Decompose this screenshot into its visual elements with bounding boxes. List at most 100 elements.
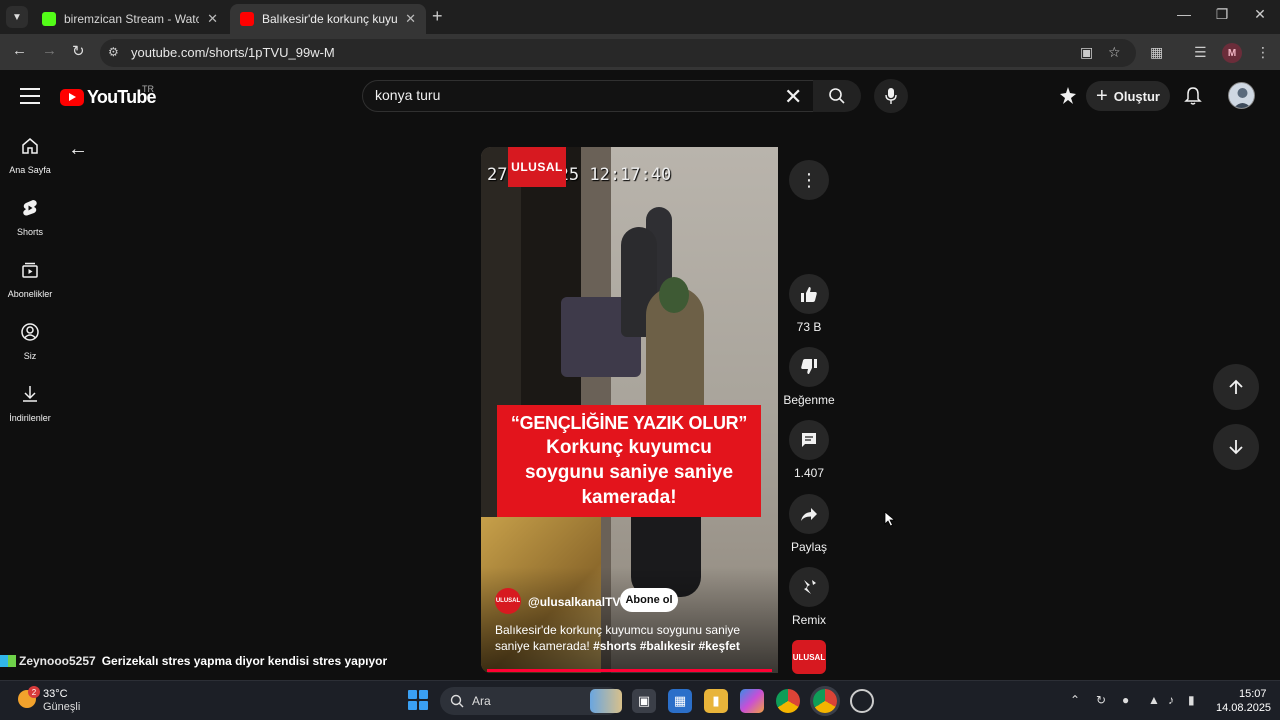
- plus-icon: +: [1096, 84, 1108, 107]
- microphone-icon[interactable]: ●: [1122, 693, 1129, 707]
- nav-label: Siz: [23, 351, 37, 361]
- subscriptions-icon: [22, 262, 38, 278]
- install-app-icon[interactable]: ▣: [1080, 44, 1093, 61]
- premium-sparkle-icon[interactable]: [1058, 86, 1078, 111]
- file-explorer-icon[interactable]: ▮: [704, 689, 728, 713]
- account-avatar[interactable]: [1228, 82, 1255, 109]
- search-highlight-icon: [590, 689, 622, 713]
- windows-logo-icon: [408, 701, 417, 710]
- browser-profile-avatar[interactable]: M: [1222, 43, 1242, 63]
- country-code: TR: [142, 84, 154, 94]
- youtube-favicon-icon: [240, 12, 254, 26]
- channel-handle[interactable]: @ulusalkanalTV: [528, 595, 620, 609]
- task-view-icon[interactable]: ▣: [632, 689, 656, 713]
- microphone-icon: [885, 88, 897, 104]
- remix-icon: [804, 580, 816, 594]
- previous-short-button[interactable]: [1213, 364, 1259, 410]
- weather-badge: 2: [28, 686, 40, 698]
- channel-thumbnail[interactable]: ULUSAL: [792, 640, 826, 674]
- next-short-button[interactable]: [1213, 424, 1259, 470]
- clear-search-icon[interactable]: ✕: [784, 84, 802, 110]
- sync-icon[interactable]: ↻: [1096, 693, 1106, 707]
- forward-button[interactable]: →: [42, 42, 57, 59]
- nav-downloads[interactable]: İndirilenler: [0, 384, 60, 423]
- media-controls-icon[interactable]: ☰: [1194, 44, 1207, 61]
- comments-button[interactable]: 1.407: [779, 420, 839, 480]
- site-info-icon[interactable]: ⚙: [108, 45, 119, 59]
- tab-search-button[interactable]: ▼: [6, 6, 28, 28]
- more-options-button[interactable]: ⋮: [789, 160, 829, 200]
- guide-menu-icon[interactable]: [20, 88, 40, 104]
- minimize-button[interactable]: —: [1174, 6, 1194, 22]
- windows-logo-icon: [419, 690, 428, 699]
- browser-tab-youtube[interactable]: Balıkesir'de korkunç kuyumcu soygunu ✕: [230, 4, 426, 34]
- close-tab-icon[interactable]: ✕: [207, 11, 218, 27]
- new-tab-button[interactable]: +: [432, 6, 443, 27]
- share-button[interactable]: Paylaş: [779, 494, 839, 554]
- hashtags[interactable]: #shorts #balıkesir #keşfet: [593, 639, 740, 653]
- notifications-bell-icon[interactable]: [1184, 86, 1202, 111]
- wifi-icon[interactable]: ▲: [1148, 693, 1160, 707]
- create-button[interactable]: + Oluştur: [1086, 81, 1170, 111]
- clock-date[interactable]: 14.08.2025: [1216, 702, 1271, 714]
- dislike-label: Beğenme: [783, 393, 835, 407]
- comment-count: 1.407: [793, 466, 825, 480]
- subscribe-button[interactable]: Abone ol: [620, 588, 678, 612]
- weather-condition[interactable]: Güneşli: [43, 701, 80, 713]
- search-button[interactable]: [813, 80, 861, 112]
- battery-icon[interactable]: ▮: [1188, 693, 1195, 707]
- chrome-icon[interactable]: [776, 689, 800, 713]
- extensions-icon[interactable]: ▦: [1150, 44, 1163, 61]
- dislike-button[interactable]: Beğenme: [779, 347, 839, 407]
- browser-tab-kick[interactable]: biremzican Stream - Watch Live ✕: [32, 4, 228, 34]
- comment-icon: [802, 433, 816, 447]
- headline-line: Korkunç kuyumcu: [546, 437, 712, 458]
- kick-favicon-icon: [42, 12, 56, 26]
- search-input[interactable]: [375, 87, 755, 103]
- close-tab-icon[interactable]: ✕: [405, 11, 416, 27]
- remix-button[interactable]: Remix: [779, 567, 839, 627]
- share-icon: [801, 508, 817, 521]
- taskbar-search-label: Ara: [472, 694, 491, 708]
- nav-you[interactable]: Siz: [0, 322, 60, 361]
- search-icon: [450, 694, 464, 708]
- nav-shorts[interactable]: Shorts: [0, 198, 60, 237]
- clock-time[interactable]: 15:07: [1239, 688, 1267, 700]
- close-window-button[interactable]: ✕: [1250, 6, 1270, 23]
- start-button[interactable]: [408, 690, 428, 710]
- share-label: Paylaş: [790, 540, 828, 554]
- video-headline: “GENÇLİĞİNE YAZIK OLUR” Korkunç kuyumcu …: [497, 405, 761, 517]
- bookmark-star-icon[interactable]: ☆: [1108, 44, 1121, 61]
- voice-search-button[interactable]: [874, 79, 908, 113]
- headline-line: kamerada!: [581, 487, 677, 508]
- url-text[interactable]: youtube.com/shorts/1pTVU_99w-M: [131, 45, 335, 60]
- search-icon: [829, 88, 845, 104]
- tab-title: biremzican Stream - Watch Live: [64, 12, 200, 26]
- temperature[interactable]: 33°C: [43, 688, 68, 700]
- nav-subscriptions[interactable]: Abonelikler: [0, 260, 60, 299]
- video-progress-bar[interactable]: [487, 669, 772, 672]
- nav-label: İndirilenler: [9, 413, 51, 423]
- like-button[interactable]: 73 B: [779, 274, 839, 334]
- show-hidden-icons[interactable]: ⌃: [1070, 693, 1080, 707]
- short-description[interactable]: Balıkesir'de korkunç kuyumcu soygunu san…: [495, 622, 765, 654]
- browser-menu-icon[interactable]: ⋮: [1256, 44, 1270, 61]
- shorts-icon: [23, 200, 37, 216]
- thumbs-up-icon: [801, 287, 817, 302]
- nav-label: Ana Sayfa: [9, 165, 51, 175]
- store-icon[interactable]: ▦: [668, 689, 692, 713]
- volume-icon[interactable]: ♪: [1168, 693, 1174, 707]
- restore-button[interactable]: ❐: [1212, 6, 1232, 23]
- channel-avatar[interactable]: ULUSAL: [495, 588, 521, 614]
- video-person-head: [659, 277, 689, 313]
- copilot-icon[interactable]: [740, 689, 764, 713]
- like-count: 73 B: [796, 320, 822, 334]
- nav-home[interactable]: Ana Sayfa: [0, 136, 60, 175]
- chrome-profile-icon[interactable]: [813, 689, 837, 713]
- app-icon[interactable]: [850, 689, 874, 713]
- back-button[interactable]: ←: [12, 42, 27, 59]
- back-arrow-icon[interactable]: ←: [68, 138, 88, 161]
- video-bottom-shade: [481, 567, 778, 673]
- reload-button[interactable]: ↻: [72, 42, 85, 60]
- short-video-player[interactable]: 27.0 2025 12:17:40 ULUSAL “GENÇLİĞİNE YA…: [481, 147, 778, 673]
